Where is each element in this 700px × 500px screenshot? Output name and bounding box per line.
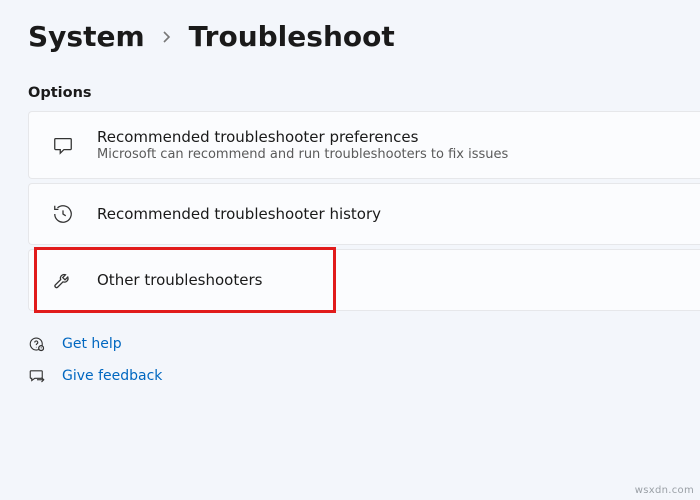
svg-text:?: ? [40, 347, 42, 351]
feedback-icon [28, 367, 46, 385]
options-list: Recommended troubleshooter preferences M… [0, 111, 700, 311]
page-title: Troubleshoot [189, 20, 395, 53]
breadcrumb-parent[interactable]: System [28, 20, 145, 53]
give-feedback-label: Give feedback [62, 368, 162, 384]
help-icon: ? [28, 335, 46, 353]
option-other-troubleshooters[interactable]: Other troubleshooters [28, 249, 700, 311]
chat-icon [51, 133, 75, 157]
help-links: ? Get help Give feedback [0, 311, 700, 385]
option-title: Recommended troubleshooter history [97, 205, 381, 223]
wrench-icon [51, 268, 75, 292]
get-help-link[interactable]: ? Get help [28, 335, 672, 353]
option-recommended-preferences[interactable]: Recommended troubleshooter preferences M… [28, 111, 700, 179]
option-recommended-history[interactable]: Recommended troubleshooter history [28, 183, 700, 245]
section-header-options: Options [0, 63, 700, 111]
get-help-label: Get help [62, 336, 122, 352]
option-subtitle: Microsoft can recommend and run troubles… [97, 147, 508, 162]
chevron-right-icon [161, 25, 173, 49]
watermark: wsxdn.com [635, 485, 694, 496]
history-icon [51, 202, 75, 226]
option-title: Recommended troubleshooter preferences [97, 128, 508, 146]
give-feedback-link[interactable]: Give feedback [28, 367, 672, 385]
option-title: Other troubleshooters [97, 271, 262, 289]
breadcrumb: System Troubleshoot [0, 0, 700, 63]
